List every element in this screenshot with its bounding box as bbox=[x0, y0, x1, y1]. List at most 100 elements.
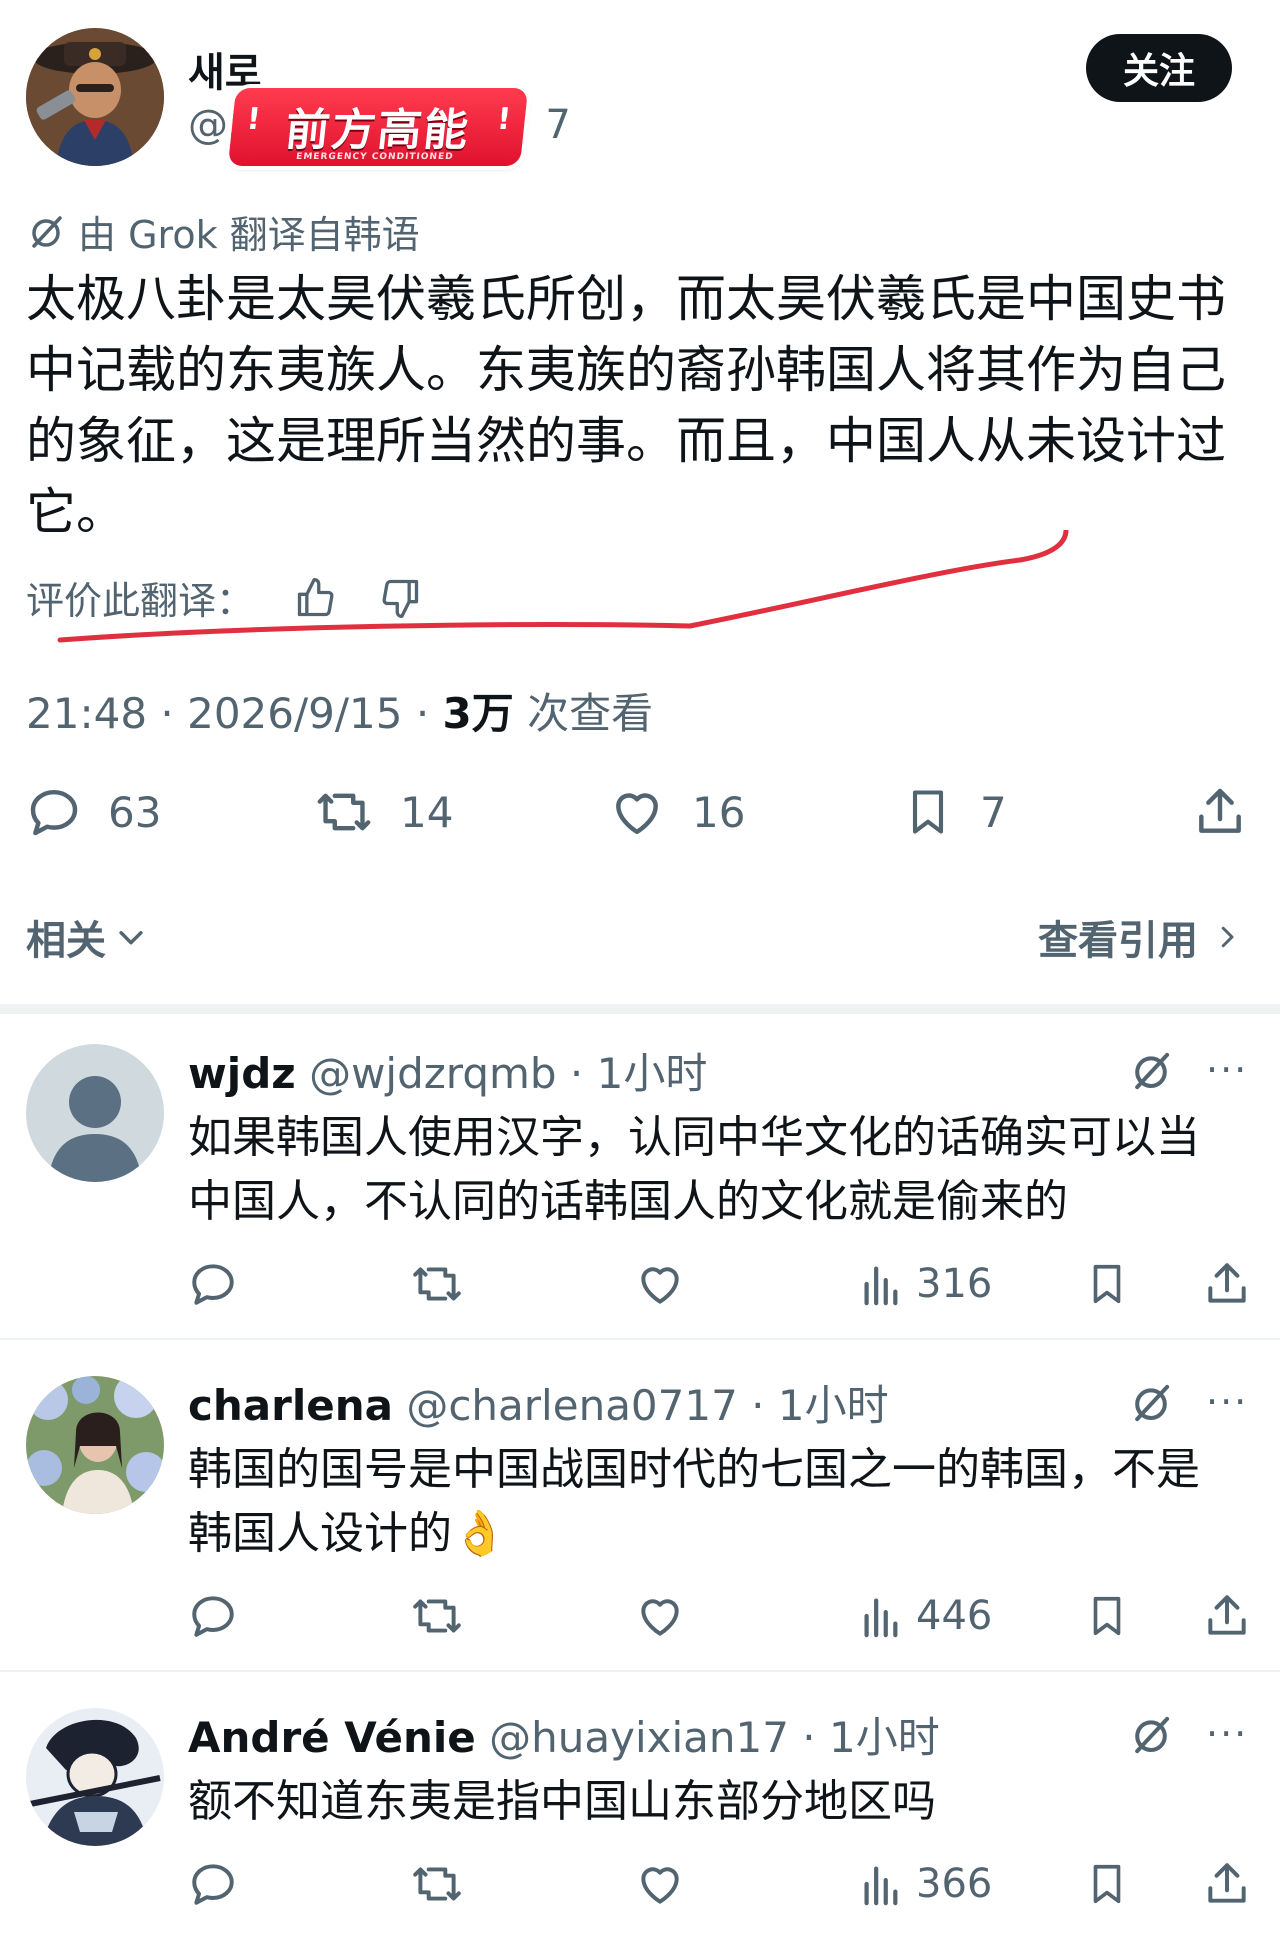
reply-separator: · bbox=[788, 1713, 830, 1762]
main-tweet: 새로 @S 7 ! 前方高能 ! EMERGENCY CONDITIONED 关注… bbox=[0, 0, 1280, 1005]
repost-count: 14 bbox=[400, 787, 454, 837]
rate-translation-row: 评价此翻译： bbox=[26, 570, 422, 625]
heart-icon[interactable] bbox=[634, 1854, 686, 1914]
heart-icon[interactable] bbox=[634, 1586, 686, 1646]
translation-notice[interactable]: 由 Grok 翻译自韩语 bbox=[26, 204, 420, 259]
reply-icon[interactable] bbox=[188, 1254, 238, 1314]
tweet-meta: 21:48 · 2026/9/15 · 3万 次查看 bbox=[26, 680, 653, 741]
reply-author-name[interactable]: charlena bbox=[188, 1381, 393, 1430]
more-options-icon[interactable]: ··· bbox=[1206, 1712, 1248, 1756]
bookmark-icon[interactable] bbox=[1084, 1854, 1130, 1914]
views-action[interactable]: 446 bbox=[860, 1586, 992, 1646]
like-count: 16 bbox=[692, 787, 746, 837]
reply-action-bar: 446 bbox=[188, 1586, 1258, 1646]
reply-icon[interactable] bbox=[188, 1854, 238, 1914]
meta-separator: · bbox=[147, 689, 188, 738]
views-action[interactable]: 366 bbox=[860, 1854, 992, 1914]
tweet-text: 太极八卦是太昊伏羲氏所创，而太昊伏羲氏是中国史书中记载的东夷族人。东夷族的裔孙韩… bbox=[26, 270, 1226, 541]
reply-author-name[interactable]: wjdz bbox=[188, 1049, 296, 1098]
share-icon[interactable] bbox=[1202, 1254, 1252, 1314]
follow-button[interactable]: 关注 bbox=[1086, 34, 1232, 102]
view-count-label: 次查看 bbox=[527, 689, 654, 738]
share-icon bbox=[1192, 784, 1248, 840]
view-count: 3万 bbox=[442, 689, 514, 738]
reply-author-handle[interactable]: @wjdzrqmb bbox=[309, 1049, 557, 1098]
reply-icon[interactable] bbox=[188, 1586, 238, 1646]
bookmark-count: 7 bbox=[980, 787, 1007, 837]
reply-separator: · bbox=[556, 1049, 597, 1098]
chevron-down-icon bbox=[114, 920, 148, 954]
reply-action-bar: 366 bbox=[188, 1854, 1258, 1914]
reply-author-handle[interactable]: @huayixian17 bbox=[489, 1713, 789, 1762]
share-icon[interactable] bbox=[1202, 1586, 1252, 1646]
reply-header: wjdz @wjdzrqmb · 1小时 bbox=[188, 1040, 707, 1101]
reply-divider bbox=[0, 1670, 1280, 1672]
grok-icon[interactable] bbox=[1128, 1048, 1174, 1094]
author-handle-tail: 7 bbox=[545, 102, 571, 148]
reply-avatar[interactable] bbox=[26, 1376, 164, 1514]
reply-header: André Vénie @huayixian17 · 1小时 bbox=[188, 1704, 940, 1765]
main-action-bar: 63 14 16 7 bbox=[0, 770, 1280, 854]
overlay-sticker: ! 前方高能 ! EMERGENCY CONDITIONED bbox=[227, 88, 529, 166]
grok-icon bbox=[26, 212, 66, 252]
reply-action-bar: 316 bbox=[188, 1254, 1258, 1314]
views-icon bbox=[860, 1861, 900, 1907]
reply-time[interactable]: 1小时 bbox=[778, 1381, 889, 1430]
bookmark-action[interactable]: 7 bbox=[902, 770, 1007, 854]
repost-icon[interactable] bbox=[410, 1854, 464, 1914]
bookmark-icon[interactable] bbox=[1084, 1254, 1130, 1314]
reply-avatar[interactable] bbox=[26, 1044, 164, 1182]
views-action[interactable]: 316 bbox=[860, 1254, 992, 1314]
like-action[interactable]: 16 bbox=[608, 770, 745, 854]
share-action[interactable] bbox=[1192, 770, 1248, 854]
reply-divider bbox=[0, 1338, 1280, 1340]
view-quotes-link[interactable]: 查看引用 bbox=[1038, 908, 1242, 966]
reply-count: 63 bbox=[108, 787, 162, 837]
meta-separator: · bbox=[402, 689, 443, 738]
reply-avatar[interactable] bbox=[26, 1708, 164, 1846]
related-dropdown[interactable]: 相关 bbox=[26, 908, 148, 966]
reply-author-handle[interactable]: @charlena0717 bbox=[406, 1381, 737, 1430]
views-count: 446 bbox=[916, 1593, 993, 1639]
reply-author-name[interactable]: André Vénie bbox=[188, 1713, 476, 1762]
heart-icon[interactable] bbox=[634, 1254, 686, 1314]
views-count: 316 bbox=[916, 1261, 993, 1307]
rate-translation-label: 评价此翻译： bbox=[26, 579, 255, 623]
reply-time[interactable]: 1小时 bbox=[829, 1713, 940, 1762]
views-icon bbox=[860, 1261, 900, 1307]
grok-icon[interactable] bbox=[1128, 1380, 1174, 1426]
reply-action[interactable]: 63 bbox=[26, 770, 161, 854]
reply-separator: · bbox=[737, 1381, 778, 1430]
reply-header: charlena @charlena0717 · 1小时 bbox=[188, 1372, 889, 1433]
thumbs-down-icon[interactable] bbox=[378, 576, 422, 620]
translation-notice-label: 由 Grok 翻译自韩语 bbox=[78, 213, 420, 257]
reply-time[interactable]: 1小时 bbox=[597, 1049, 708, 1098]
bookmark-icon[interactable] bbox=[1084, 1586, 1130, 1646]
repost-action[interactable]: 14 bbox=[314, 770, 453, 854]
views-icon bbox=[860, 1593, 900, 1639]
sticker-subtitle: EMERGENCY CONDITIONED bbox=[295, 152, 455, 162]
share-icon[interactable] bbox=[1202, 1854, 1252, 1914]
more-options-icon[interactable]: ··· bbox=[1206, 1048, 1248, 1092]
reply-item[interactable]: wjdz @wjdzrqmb · 1小时 ··· 如果韩国人使用汉字，认同中华文… bbox=[0, 1014, 1280, 1338]
repost-icon[interactable] bbox=[410, 1254, 464, 1314]
grok-icon[interactable] bbox=[1128, 1712, 1174, 1758]
reply-text: 如果韩国人使用汉字，认同中华文化的话确实可以当中国人，不认同的话韩国人的文化就是… bbox=[188, 1112, 1200, 1227]
reply-icon bbox=[26, 784, 82, 840]
repost-icon[interactable] bbox=[410, 1586, 464, 1646]
author-avatar[interactable] bbox=[26, 28, 164, 166]
tweet-date: 2026/9/15 bbox=[187, 689, 403, 738]
reply-item[interactable]: charlena @charlena0717 · 1小时 ··· 韩国的国号是中… bbox=[0, 1346, 1280, 1670]
reply-item[interactable]: André Vénie @huayixian17 · 1小时 ··· 额不知道东… bbox=[0, 1678, 1280, 1940]
reply-text: 韩国的国号是中国战国时代的七国之一的韩国，不是韩国人设计的👌 bbox=[188, 1444, 1200, 1559]
thumbs-up-icon[interactable] bbox=[294, 576, 338, 620]
chevron-right-icon bbox=[1212, 920, 1242, 954]
related-label: 相关 bbox=[26, 918, 106, 964]
tweet-time: 21:48 bbox=[26, 689, 148, 738]
reply-text: 额不知道东夷是指中国山东部分地区吗 bbox=[188, 1776, 936, 1827]
more-options-icon[interactable]: ··· bbox=[1206, 1380, 1248, 1424]
section-divider bbox=[0, 1004, 1280, 1014]
repost-icon bbox=[314, 784, 374, 840]
sticker-text: 前方高能 bbox=[282, 105, 473, 156]
bookmark-icon bbox=[902, 784, 954, 840]
